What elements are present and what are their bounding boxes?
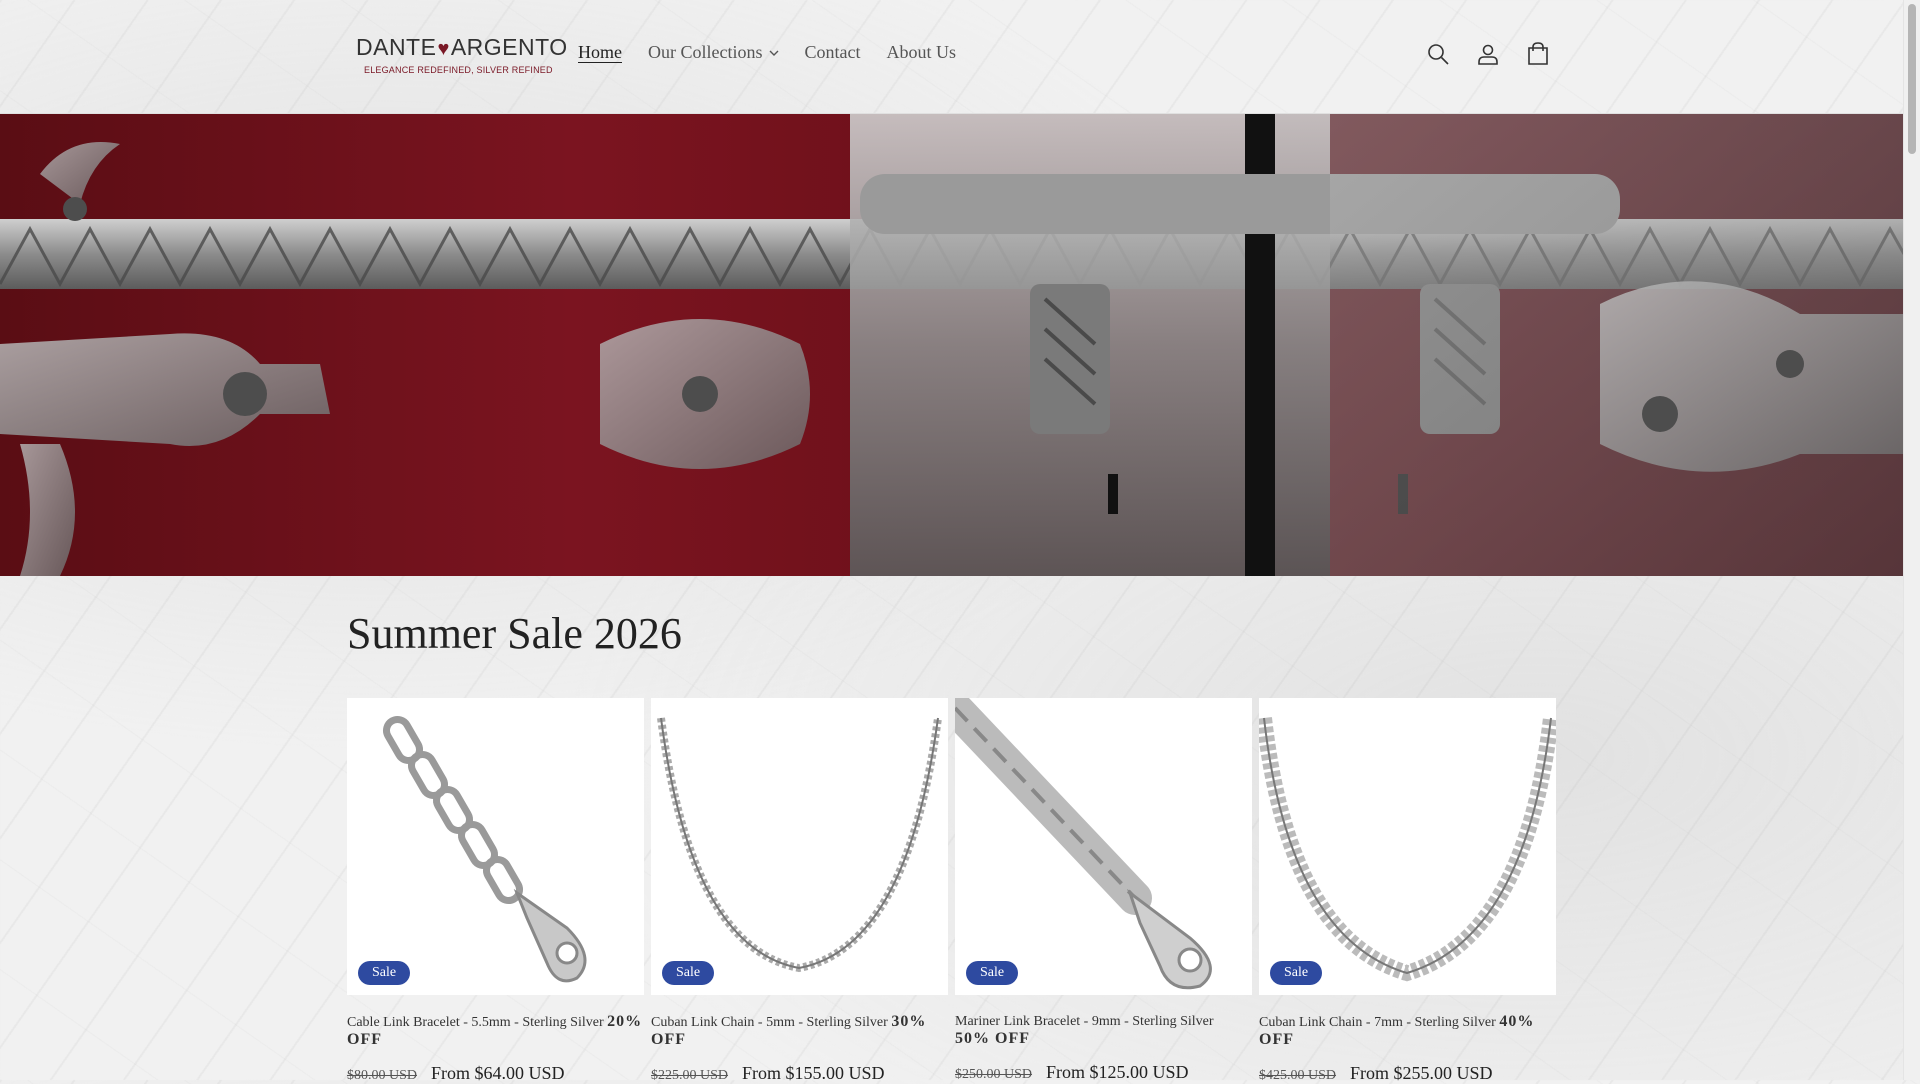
sale-price: From $125.00 USD: [1046, 1062, 1189, 1082]
sale-badge: Sale: [662, 961, 715, 985]
chain-image: [657, 717, 942, 973]
brand-name: DANTE♥ARGENTO: [356, 34, 568, 60]
compare-price: $80.00 USD: [347, 1068, 418, 1083]
chain-image: [1259, 717, 1556, 982]
product-price: $80.00 USD From $64.00 USD: [347, 1063, 644, 1084]
site-header: DANTE♥ARGENTO ELEGANCE REDEFINED, SILVER…: [0, 0, 1904, 114]
product-title[interactable]: Cuban Link Chain - 7mm - Sterling Silver…: [1259, 1013, 1556, 1049]
cart-icon[interactable]: [1524, 40, 1552, 68]
product-title[interactable]: Mariner Link Bracelet - 9mm - Sterling S…: [955, 1013, 1252, 1048]
hero-image: [0, 114, 1904, 576]
product-price: $225.00 USD From $155.00 USD: [651, 1063, 948, 1084]
header-actions: [1424, 40, 1552, 68]
brand-tagline: ELEGANCE REDEFINED, SILVER REFINED: [364, 65, 553, 75]
bracelet-image: [955, 698, 1212, 990]
hero-banner: [0, 114, 1904, 576]
search-icon[interactable]: [1424, 40, 1452, 68]
product-grid: Sale Cable Link Bracelet - 5.5mm - Sterl…: [347, 698, 1556, 1084]
page-scrollbar[interactable]: [1903, 0, 1920, 1080]
product-image[interactable]: Sale: [1259, 698, 1556, 995]
chevron-down-icon: [769, 50, 778, 56]
product-price: $425.00 USD From $255.00 USD: [1259, 1063, 1556, 1084]
product-card[interactable]: Sale Mariner Link Bracelet - 9mm - Sterl…: [955, 698, 1252, 1084]
sale-badge: Sale: [966, 961, 1019, 985]
product-card[interactable]: Sale Cuban Link Chain - 7mm - Sterling S…: [1259, 698, 1556, 1084]
sale-price: From $64.00 USD: [431, 1063, 565, 1083]
product-image[interactable]: Sale: [955, 698, 1252, 995]
sale-badge: Sale: [358, 961, 411, 985]
sale-price: From $255.00 USD: [1350, 1063, 1493, 1083]
scrollbar-thumb[interactable]: [1908, 4, 1916, 154]
account-icon[interactable]: [1474, 40, 1502, 68]
nav-contact[interactable]: Contact: [805, 42, 861, 63]
compare-price: $425.00 USD: [1259, 1068, 1337, 1083]
sale-price: From $155.00 USD: [742, 1063, 885, 1083]
product-title[interactable]: Cable Link Bracelet - 5.5mm - Sterling S…: [347, 1013, 644, 1049]
product-card[interactable]: Sale Cable Link Bracelet - 5.5mm - Sterl…: [347, 698, 644, 1084]
product-image[interactable]: Sale: [651, 698, 948, 995]
product-title[interactable]: Cuban Link Chain - 5mm - Sterling Silver…: [651, 1013, 948, 1049]
bracelet-image: [383, 715, 587, 983]
heart-icon: ♥: [437, 38, 450, 60]
compare-price: $225.00 USD: [651, 1068, 729, 1083]
brand-logo[interactable]: DANTE♥ARGENTO ELEGANCE REDEFINED, SILVER…: [356, 34, 568, 84]
product-image[interactable]: Sale: [347, 698, 644, 995]
main-nav: Home Our Collections Contact About Us: [578, 42, 982, 63]
sale-badge: Sale: [1270, 961, 1323, 985]
product-card[interactable]: Sale Cuban Link Chain - 5mm - Sterling S…: [651, 698, 948, 1084]
nav-home[interactable]: Home: [578, 42, 622, 63]
nav-our-collections[interactable]: Our Collections: [648, 42, 779, 63]
section-title: Summer Sale 2026: [347, 609, 682, 658]
nav-about-us[interactable]: About Us: [887, 42, 957, 63]
